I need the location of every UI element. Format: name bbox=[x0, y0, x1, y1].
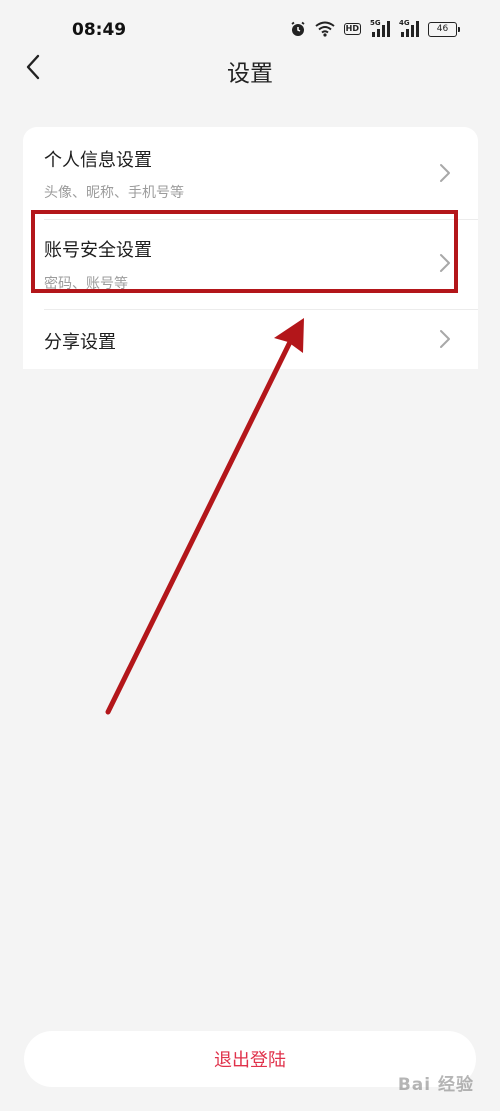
battery-level: 46 bbox=[428, 21, 457, 37]
chevron-right-icon bbox=[440, 164, 450, 182]
settings-item-personal-info[interactable]: 个人信息设置 头像、昵称、手机号等 bbox=[23, 127, 478, 219]
battery-tip bbox=[458, 26, 460, 32]
settings-item-title: 账号安全设置 bbox=[44, 240, 152, 261]
watermark: Bai 经验 bbox=[397, 1075, 474, 1095]
page-title: 设置 bbox=[227, 61, 273, 87]
settings-item-title: 分享设置 bbox=[44, 332, 116, 353]
settings-item-account-security[interactable]: 账号安全设置 密码、账号等 bbox=[23, 219, 478, 309]
wifi-icon bbox=[315, 21, 335, 37]
4g-signal-icon: 4G bbox=[399, 19, 419, 37]
status-time: 08:49 bbox=[72, 20, 127, 40]
battery-icon: 46 bbox=[428, 21, 460, 37]
settings-item-title: 个人信息设置 bbox=[44, 150, 152, 171]
alarm-icon bbox=[290, 21, 306, 37]
hd-icon: HD bbox=[343, 23, 361, 35]
settings-item-subtitle: 密码、账号等 bbox=[44, 276, 128, 292]
5g-label: 5G bbox=[370, 19, 381, 27]
status-icons: HD 5G 4G 46 bbox=[290, 19, 460, 37]
4g-label: 4G bbox=[399, 19, 410, 27]
chevron-right-icon bbox=[440, 330, 450, 348]
settings-item-share[interactable]: 分享设置 bbox=[23, 309, 478, 369]
nav-bar: 设置 bbox=[0, 44, 500, 94]
chevron-right-icon bbox=[440, 254, 450, 272]
5g-signal-icon: 5G bbox=[370, 19, 390, 37]
settings-item-subtitle: 头像、昵称、手机号等 bbox=[44, 185, 184, 201]
settings-card: 个人信息设置 头像、昵称、手机号等 账号安全设置 密码、账号等 分享设置 bbox=[23, 127, 478, 369]
